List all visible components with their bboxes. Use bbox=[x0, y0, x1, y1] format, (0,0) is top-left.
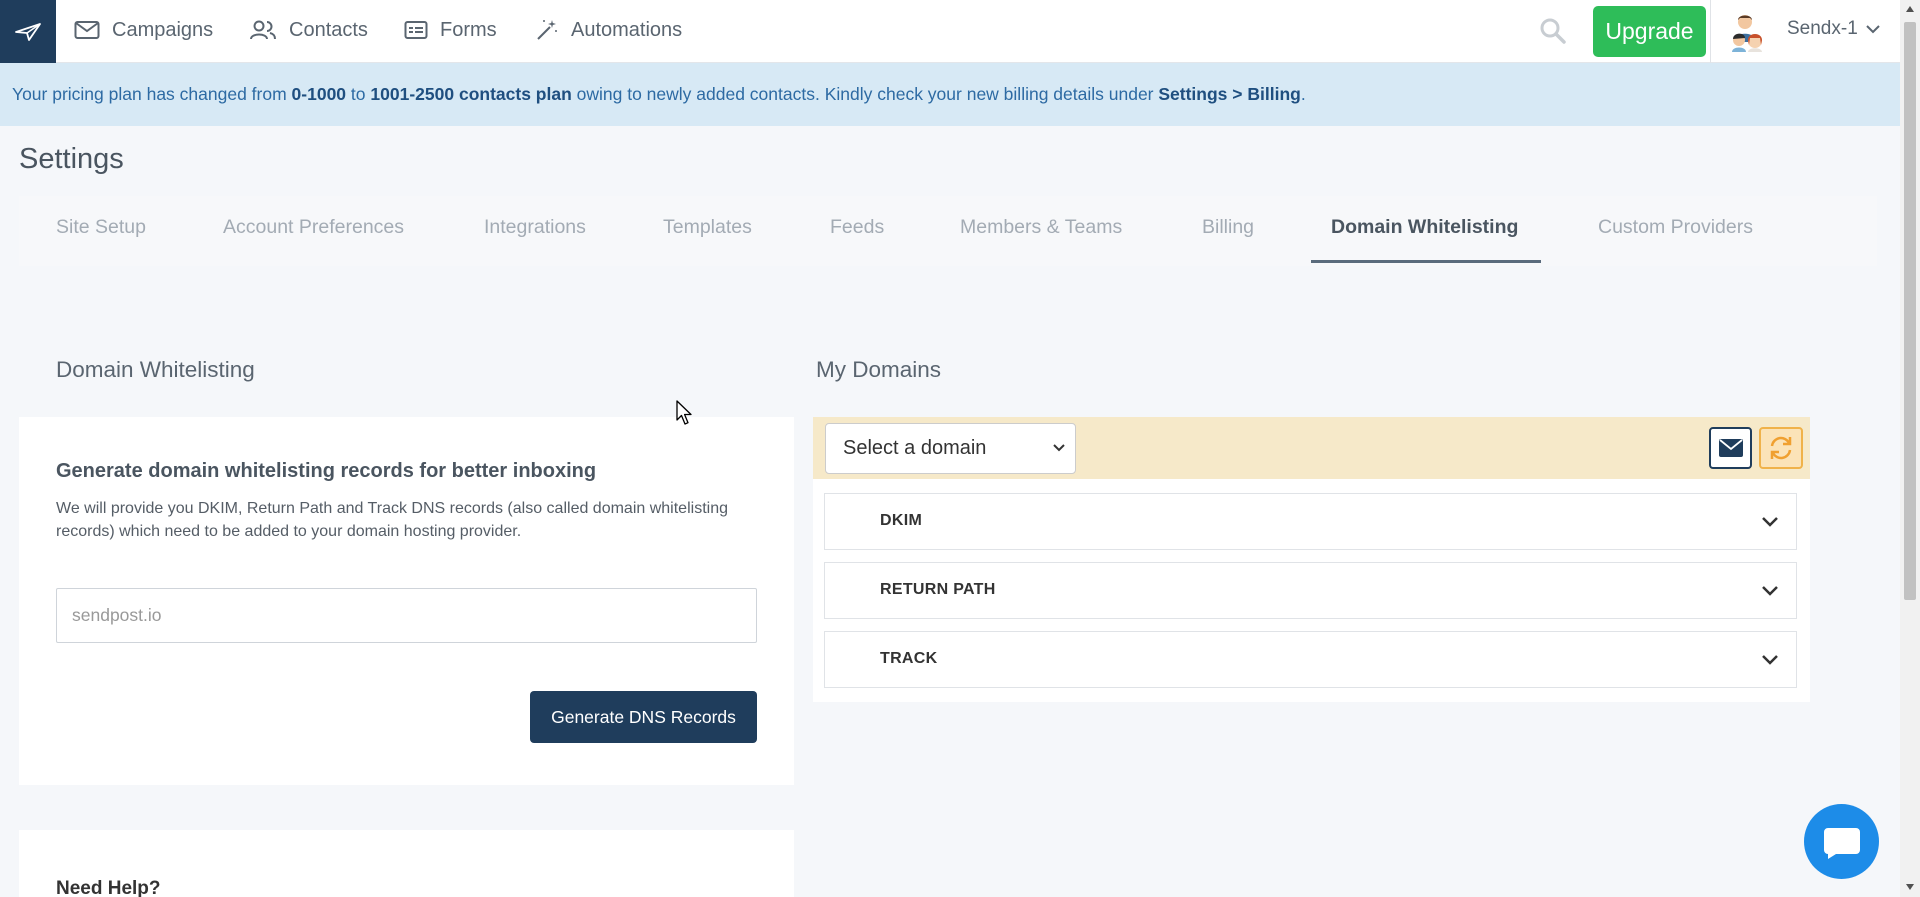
refresh-button[interactable] bbox=[1759, 427, 1803, 469]
chevron-down-icon bbox=[1053, 444, 1065, 452]
magic-wand-icon bbox=[537, 20, 557, 40]
settings-tabs: Site Setup Account Preferences Integrati… bbox=[19, 196, 1877, 266]
card-description: We will provide you DKIM, Return Path an… bbox=[56, 500, 728, 540]
pricing-plan-banner: Your pricing plan has changed from 0-100… bbox=[0, 63, 1900, 126]
chevron-down-icon bbox=[1762, 586, 1778, 596]
user-name: Sendx-1 bbox=[1787, 18, 1858, 39]
generate-records-card: Generate domain whitelisting records for… bbox=[19, 417, 794, 785]
mail-icon bbox=[74, 21, 100, 39]
accordion-track-label: TRACK bbox=[880, 650, 938, 667]
tab-integrations[interactable]: Integrations bbox=[484, 216, 586, 239]
nav-automations-label: Automations bbox=[571, 18, 683, 41]
search-icon[interactable] bbox=[1538, 16, 1568, 46]
generate-dns-records-button[interactable]: Generate DNS Records bbox=[530, 691, 757, 743]
banner-end: . bbox=[1300, 84, 1306, 104]
domain-input[interactable] bbox=[56, 588, 757, 643]
domain-toolbar: Select a domain bbox=[813, 417, 1810, 479]
banner-to-plan: 1001-2500 contacts plan bbox=[370, 84, 572, 104]
nav-forms-label: Forms bbox=[440, 18, 497, 41]
nav-automations[interactable]: Automations bbox=[535, 0, 682, 60]
scroll-up-arrow-icon[interactable] bbox=[1905, 5, 1915, 13]
accordion-track[interactable]: TRACK bbox=[824, 631, 1797, 688]
mouse-cursor-icon bbox=[676, 400, 692, 425]
chevron-down-icon bbox=[1762, 517, 1778, 527]
domain-select[interactable]: Select a domain bbox=[825, 423, 1076, 474]
tab-custom-providers[interactable]: Custom Providers bbox=[1598, 216, 1753, 239]
logo-paper-plane-icon[interactable] bbox=[0, 0, 56, 63]
chat-bubble-icon bbox=[1823, 827, 1860, 859]
refresh-icon bbox=[1770, 436, 1792, 460]
upgrade-button[interactable]: Upgrade bbox=[1593, 6, 1706, 57]
nav-contacts-label: Contacts bbox=[289, 18, 368, 41]
tab-domain-whitelisting[interactable]: Domain Whitelisting bbox=[1331, 216, 1518, 239]
nav-divider bbox=[1710, 0, 1711, 63]
page-title: Settings bbox=[19, 143, 124, 175]
tab-account-preferences[interactable]: Account Preferences bbox=[223, 216, 404, 239]
tab-feeds[interactable]: Feeds bbox=[830, 216, 884, 239]
nav-campaigns-label: Campaigns bbox=[112, 18, 214, 41]
domain-whitelisting-heading: Domain Whitelisting bbox=[56, 357, 255, 382]
chevron-down-icon bbox=[1866, 25, 1880, 34]
domain-select-value: Select a domain bbox=[843, 437, 987, 459]
tab-templates[interactable]: Templates bbox=[663, 216, 752, 239]
nav-forms[interactable]: Forms bbox=[404, 0, 497, 60]
chevron-down-icon bbox=[1762, 655, 1778, 665]
tab-members-teams[interactable]: Members & Teams bbox=[960, 216, 1122, 239]
tab-billing[interactable]: Billing bbox=[1202, 216, 1254, 239]
banner-prefix: Your pricing plan has changed from bbox=[12, 84, 287, 104]
card-heading: Generate domain whitelisting records for… bbox=[56, 460, 597, 482]
email-records-button[interactable] bbox=[1709, 427, 1752, 469]
banner-from-plan: 0-1000 bbox=[291, 84, 347, 104]
nav-contacts[interactable]: Contacts bbox=[249, 0, 368, 60]
banner-mid: to bbox=[350, 84, 366, 104]
envelope-icon bbox=[1718, 439, 1743, 457]
accordion-return-path-label: RETURN PATH bbox=[880, 581, 996, 598]
scroll-down-arrow-icon[interactable] bbox=[1905, 883, 1915, 891]
active-tab-indicator bbox=[1311, 260, 1541, 263]
tab-site-setup[interactable]: Site Setup bbox=[56, 216, 146, 239]
accordion-return-path[interactable]: RETURN PATH bbox=[824, 562, 1797, 619]
user-menu[interactable]: Sendx-1 bbox=[1787, 18, 1880, 40]
top-navbar: Campaigns Contacts Forms Automations Upg… bbox=[0, 0, 1900, 63]
form-icon bbox=[404, 21, 428, 39]
chat-widget-button[interactable] bbox=[1804, 804, 1879, 879]
avatar[interactable] bbox=[1728, 12, 1768, 52]
accordion-dkim[interactable]: DKIM bbox=[824, 493, 1797, 550]
banner-billing-link[interactable]: Settings > Billing bbox=[1158, 84, 1300, 105]
page-scrollbar[interactable] bbox=[1900, 0, 1920, 897]
need-help-title: Need Help? bbox=[56, 878, 161, 897]
scroll-thumb[interactable] bbox=[1904, 22, 1916, 600]
dns-records-accordion: DKIM RETURN PATH TRACK bbox=[813, 479, 1810, 702]
accordion-dkim-label: DKIM bbox=[880, 512, 923, 529]
my-domains-heading: My Domains bbox=[816, 357, 942, 382]
banner-suffix: owing to newly added contacts. Kindly ch… bbox=[576, 84, 1154, 104]
nav-campaigns[interactable]: Campaigns bbox=[74, 0, 213, 60]
need-help-card: Need Help? bbox=[19, 830, 794, 897]
people-icon bbox=[250, 20, 276, 40]
